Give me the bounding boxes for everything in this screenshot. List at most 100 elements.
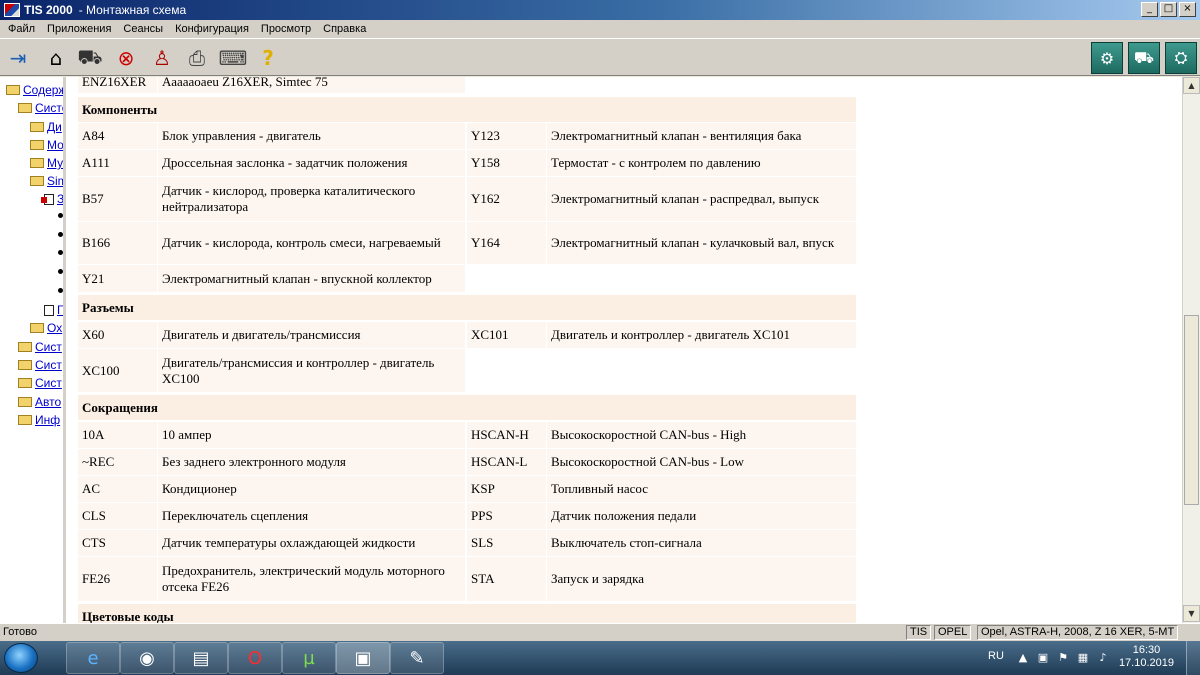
- tree-item-auto[interactable]: Авто: [18, 395, 61, 409]
- table-cell-code: X60: [78, 322, 157, 348]
- diagnostics-icon[interactable]: ⚙: [1091, 42, 1123, 74]
- tree-bullet: [58, 269, 63, 274]
- tis-app-icon: [4, 3, 20, 17]
- scroll-up-icon[interactable]: ▲: [1183, 77, 1200, 94]
- menu-applications[interactable]: Приложения: [41, 23, 117, 35]
- section-components: Компоненты: [78, 97, 856, 122]
- table-cell-code: B166: [78, 222, 157, 264]
- tree-item-diagnostics[interactable]: Ди: [30, 120, 62, 134]
- person-icon[interactable]: ♙: [148, 44, 176, 72]
- tree-item-simtec[interactable]: Sim: [30, 174, 63, 188]
- tree-item-system-3[interactable]: Сист: [18, 358, 62, 372]
- table-cell-code: FE26: [78, 557, 157, 601]
- tray-network-icon[interactable]: ▦: [1076, 651, 1090, 665]
- table-cell-code: ENZ16XER: [78, 77, 157, 93]
- tree-item-system-2[interactable]: Сист: [18, 340, 62, 354]
- table-cell-code: STA: [467, 557, 546, 601]
- status-text: Готово: [3, 626, 37, 638]
- table-cell-code: B57: [78, 177, 157, 221]
- tree-bullet: [58, 213, 63, 218]
- tree-item-doc2[interactable]: Г: [44, 303, 63, 317]
- tis-task-icon[interactable]: ▣: [336, 642, 390, 674]
- start-button[interactable]: [4, 643, 38, 673]
- table-cell-desc: Высокоскоростной CAN-bus - Low: [547, 449, 856, 475]
- table-cell-code: Y158: [467, 150, 546, 176]
- folder-icon: [30, 140, 44, 150]
- menu-configuration[interactable]: Конфигурация: [169, 23, 255, 35]
- table-cell-code: HSCAN-H: [467, 422, 546, 448]
- title-bar: TIS 2000 - Монтажная схема _ □ ×: [0, 0, 1200, 20]
- scroll-thumb[interactable]: [1184, 315, 1199, 505]
- table-cell-code: ~REC: [78, 449, 157, 475]
- menu-help[interactable]: Справка: [317, 23, 372, 35]
- tree-item-contents[interactable]: Содерж: [6, 83, 63, 97]
- table-cell-desc: Датчик - кислород, проверка каталитическ…: [158, 177, 465, 221]
- tray-arrow-icon[interactable]: ▲: [1016, 651, 1030, 665]
- tree-item-engine[interactable]: Мо: [30, 138, 63, 152]
- vehicle-icon[interactable]: ⛟: [1128, 42, 1160, 74]
- tray-device-icon[interactable]: ▣: [1036, 651, 1050, 665]
- tree-item-system[interactable]: Систе: [18, 101, 63, 115]
- tree-bullet: [58, 232, 63, 237]
- menu-view[interactable]: Просмотр: [255, 23, 317, 35]
- tree-item-info[interactable]: Инф: [18, 413, 60, 427]
- table-cell-code: Y123: [467, 123, 546, 149]
- explorer-icon[interactable]: ▤: [174, 642, 228, 674]
- tree-item-current-doc[interactable]: З: [41, 192, 63, 206]
- opera-icon[interactable]: O: [228, 642, 282, 674]
- stop-icon[interactable]: ⊗: [112, 44, 140, 72]
- section-connectors: Разъемы: [78, 295, 856, 320]
- table-cell-desc: Датчик температуры охлаждающей жидкости: [158, 530, 465, 556]
- exit-icon[interactable]: ⇥: [4, 44, 32, 72]
- folder-icon: [18, 415, 32, 425]
- table-cell-desc: Топливный насос: [547, 476, 856, 502]
- folder-icon: [18, 378, 32, 388]
- section-colors: Цветовые коды: [78, 604, 856, 623]
- close-button[interactable]: ×: [1179, 2, 1196, 17]
- show-desktop-button[interactable]: [1186, 641, 1200, 675]
- status-app: TIS: [906, 625, 932, 640]
- folder-icon: [30, 176, 44, 186]
- maximize-button[interactable]: □: [1160, 2, 1177, 17]
- menu-sessions[interactable]: Сеансы: [117, 23, 169, 35]
- tree-bullet: [58, 250, 63, 255]
- paint-icon[interactable]: ✎: [390, 642, 444, 674]
- scroll-down-icon[interactable]: ▼: [1183, 605, 1200, 622]
- table-cell-code: CLS: [78, 503, 157, 529]
- content-panel: ENZ16XER Аааааоаеu Z16XER, Simtec 75 Ком…: [66, 77, 1182, 623]
- print-icon[interactable]: ⎙: [183, 44, 211, 72]
- folder-icon: [18, 360, 32, 370]
- tree-item-cooling[interactable]: Ох: [30, 321, 62, 335]
- programming-icon[interactable]: ⛭: [1165, 42, 1197, 74]
- ie-icon[interactable]: e: [66, 642, 120, 674]
- table-cell-code: A111: [78, 150, 157, 176]
- folder-icon: [30, 323, 44, 333]
- minimize-button[interactable]: _: [1141, 2, 1158, 17]
- table-cell-desc: Датчик положения педали: [547, 503, 856, 529]
- media-icon[interactable]: ◉: [120, 642, 174, 674]
- tray-flag-icon[interactable]: ⚑: [1056, 651, 1070, 665]
- utorrent-icon[interactable]: µ: [282, 642, 336, 674]
- table-cell-desc: Электромагнитный клапан - распредвал, вы…: [547, 177, 856, 221]
- tree-item-system-4[interactable]: Сист: [18, 376, 62, 390]
- table-cell-desc: Электромагнитный клапан - впускной колле…: [158, 265, 465, 292]
- document-icon: [41, 193, 54, 205]
- tray-volume-icon[interactable]: ♪: [1096, 651, 1110, 665]
- table-cell-code: CTS: [78, 530, 157, 556]
- tree-item-multi[interactable]: Му: [30, 156, 63, 170]
- menu-file[interactable]: Файл: [2, 23, 41, 35]
- status-bar: Готово TIS OPEL Opel, ASTRA-H, 2008, Z 1…: [0, 623, 1200, 641]
- table-cell-desc: Двигатель/трансмиссия и контроллер - дви…: [158, 349, 465, 392]
- folder-icon: [18, 103, 32, 113]
- home-icon[interactable]: ⌂: [42, 44, 70, 72]
- language-indicator[interactable]: RU: [988, 650, 1004, 662]
- table-cell-desc: Дроссельная заслонка - задатчик положени…: [158, 150, 465, 176]
- table-cell-code: XC101: [467, 322, 546, 348]
- table-cell-desc: Электромагнитный клапан - вентиляция бак…: [547, 123, 856, 149]
- clock[interactable]: 16:30 17.10.2019: [1119, 644, 1174, 670]
- table-cell-code: A84: [78, 123, 157, 149]
- keyboard-icon[interactable]: ⌨: [219, 44, 248, 72]
- car-icon[interactable]: ⛟: [76, 44, 104, 72]
- help-icon[interactable]: ?: [254, 44, 282, 72]
- content-scrollbar[interactable]: ▲ ▼: [1182, 77, 1200, 623]
